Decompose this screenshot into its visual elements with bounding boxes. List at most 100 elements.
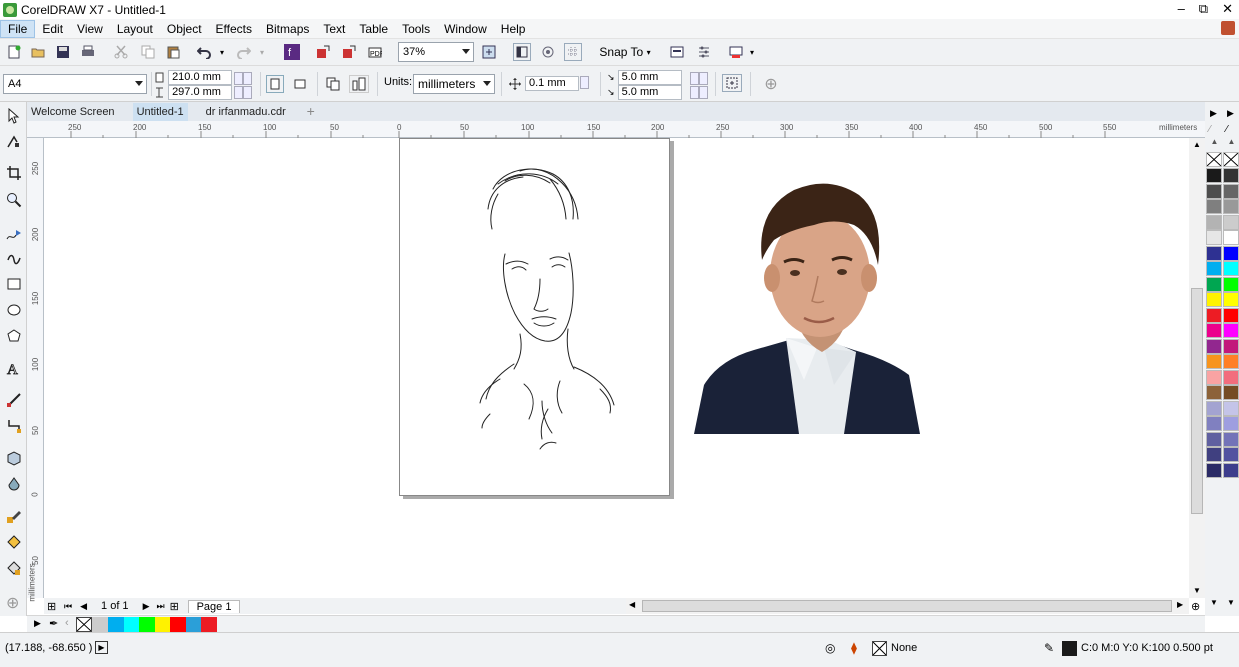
height-spinner[interactable] [234,86,243,99]
crop-tool-icon[interactable] [6,165,22,181]
line-art-sketch[interactable] [400,139,671,497]
menu-edit[interactable]: Edit [35,20,70,38]
user-account-icon[interactable] [1221,21,1235,35]
redo-dropdown-icon[interactable]: ▾ [258,43,266,61]
menu-tools[interactable]: Tools [395,20,437,38]
menu-layout[interactable]: Layout [110,20,160,38]
portrait-icon[interactable] [266,75,284,93]
smart-fill-tool-icon[interactable] [6,560,22,576]
page-tab-1[interactable]: Page 1 [187,599,241,613]
palette-swatch[interactable] [1223,245,1239,261]
connector-tool-icon[interactable] [6,418,22,434]
treat-as-filled-icon[interactable] [722,74,742,92]
document-palette-swatch[interactable] [170,617,186,632]
no-color-swatch[interactable] [1223,152,1239,167]
palette-swatch[interactable] [1206,245,1222,261]
print-icon[interactable] [80,43,96,61]
palette-swatch[interactable] [1223,369,1239,385]
palette-swatch[interactable] [1223,323,1239,338]
menu-file[interactable]: File [0,19,36,38]
tab-welcome-screen[interactable]: Welcome Screen [27,103,119,121]
ellipse-tool-icon[interactable] [6,302,22,318]
minimize-button[interactable]: – [1178,1,1185,17]
palette-scroll-right-icon[interactable]: ▶ [1210,108,1217,119]
page-height-input[interactable]: 297.0 mm [168,85,233,100]
palette-swatch[interactable] [1223,338,1239,354]
document-page[interactable] [399,138,670,496]
options-icon[interactable] [696,43,712,61]
menu-bitmaps[interactable]: Bitmaps [259,20,316,38]
horizontal-ruler[interactable]: 250 200 150 100 50 0 50 100 150 200 250 … [27,121,1205,138]
dup-y-spinner-up[interactable] [699,86,708,99]
palette-swatch[interactable] [1206,400,1222,416]
close-button[interactable]: ✕ [1222,1,1233,17]
show-rulers-icon[interactable] [540,43,556,61]
palette-swatch[interactable] [1223,307,1239,323]
publish-pdf-icon[interactable]: PDF [367,43,383,61]
nudge-spinner[interactable] [580,76,589,89]
vertical-scroll-thumb[interactable] [1191,288,1203,514]
parallel-dimension-tool-icon[interactable] [6,392,22,408]
height-spinner-up[interactable] [243,86,252,99]
palette-up-icon[interactable]: ▲ [1225,138,1238,146]
duplicate-x-input[interactable]: 5.0 mm [617,70,682,85]
application-launcher-icon[interactable] [727,43,745,61]
previous-page-icon[interactable]: ◀ [80,601,87,612]
page-width-input[interactable]: 210.0 mm [168,70,233,85]
last-page-icon[interactable]: ⏭ [156,601,164,612]
palette-swatch[interactable] [1223,385,1239,400]
palette-swatch[interactable] [1223,416,1239,431]
document-palette-swatch[interactable] [154,617,171,632]
chevron-down-icon[interactable]: ▾ [748,43,756,61]
rectangle-tool-icon[interactable] [6,276,22,292]
drop-shadow-tool-icon[interactable] [6,450,22,466]
menu-table[interactable]: Table [352,20,395,38]
document-palette-swatch[interactable] [139,617,155,632]
redo-icon[interactable] [236,43,252,61]
palette-swatch[interactable] [1206,369,1222,385]
palette-swatch[interactable] [1206,214,1222,230]
dup-x-spinner[interactable] [690,72,699,85]
add-page-before-icon[interactable]: ⊞ [47,600,59,613]
palette-swatch[interactable] [1206,462,1222,478]
width-spinner[interactable] [234,72,243,85]
palette-swatch[interactable] [1223,292,1239,307]
undo-icon[interactable] [196,43,212,61]
copy-icon[interactable] [140,43,156,61]
palette-swatch[interactable] [1206,292,1222,307]
menu-window[interactable]: Window [437,20,494,38]
zoom-tool-icon[interactable] [6,192,22,208]
scroll-down-icon[interactable]: ▼ [1193,586,1201,595]
corel-connect-icon[interactable]: f [284,43,300,61]
palette-swatch[interactable] [1223,230,1239,245]
pick-tool-icon[interactable] [6,107,22,124]
zoom-icon[interactable]: ⊕ [1191,600,1200,613]
eyedropper-icon[interactable]: ⁄ [1226,124,1228,135]
palette-swatch[interactable] [1223,214,1239,230]
palette-swatch[interactable] [1206,354,1222,369]
palette-left-icon[interactable]: ‹ [65,617,69,629]
palette-swatch[interactable] [1223,276,1239,292]
restore-button[interactable]: ⧉ [1199,1,1208,17]
show-grid-icon[interactable] [564,43,582,61]
scroll-up-icon[interactable]: ▲ [1193,140,1201,149]
scroll-right-icon[interactable]: ▶ [1177,600,1183,609]
play-icon[interactable]: ▶ [95,641,108,654]
palette-swatch[interactable] [1223,447,1239,462]
scroll-left-icon[interactable]: ◀ [629,600,635,609]
duplicate-y-input[interactable]: 5.0 mm [617,85,682,100]
palette-scroll-right-icon[interactable]: ▶ [1227,108,1234,119]
save-icon[interactable] [55,43,71,61]
palette-swatch[interactable] [1206,168,1222,183]
menu-help[interactable]: Help [494,20,533,38]
palette-swatch[interactable] [1206,199,1222,214]
width-spinner-up[interactable] [243,72,252,85]
transparency-tool-icon[interactable] [6,476,22,492]
shape-tool-icon[interactable] [6,134,22,150]
palette-swatch[interactable] [1223,183,1239,199]
next-page-icon[interactable]: ▶ [143,601,150,612]
palette-swatch[interactable] [1206,261,1222,276]
menu-text[interactable]: Text [316,20,352,38]
smart-drawing-tool-icon[interactable] [6,250,22,266]
palette-swatch[interactable] [1206,431,1222,447]
